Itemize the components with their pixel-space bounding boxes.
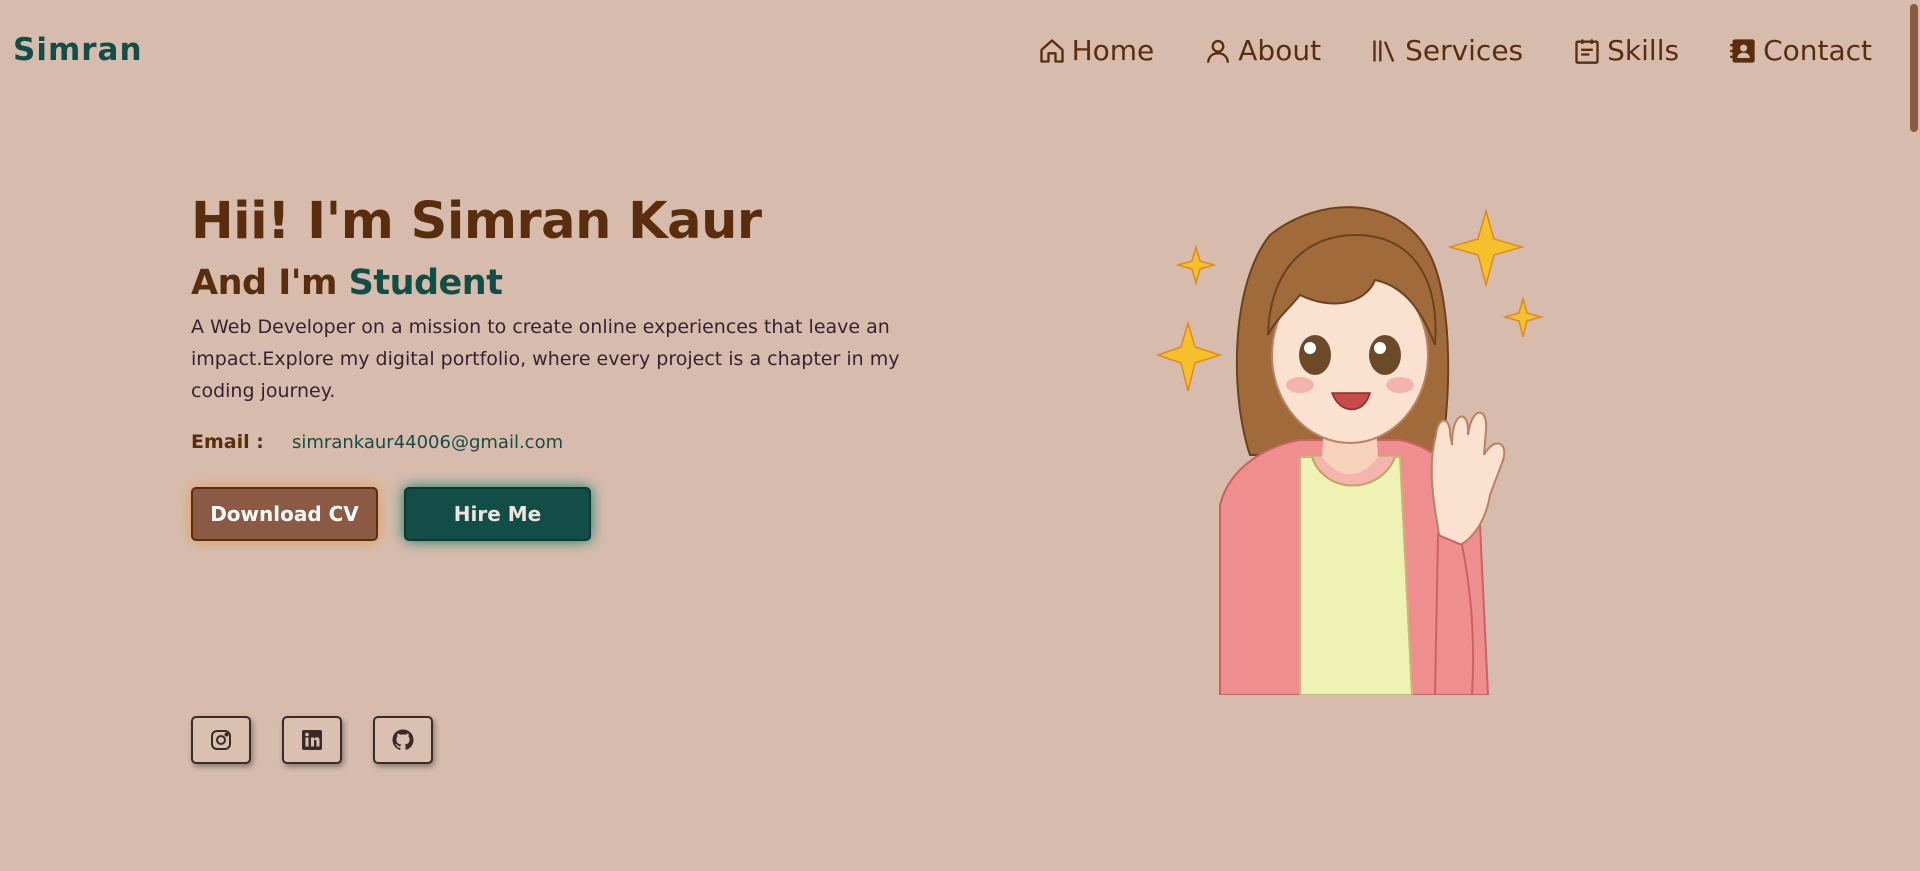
download-cv-button[interactable]: Download CV bbox=[191, 487, 378, 541]
nav-contact[interactable]: Contact bbox=[1729, 34, 1872, 67]
home-icon bbox=[1039, 38, 1064, 63]
github-icon bbox=[392, 729, 414, 750]
instagram-link[interactable] bbox=[191, 716, 251, 764]
instagram-icon bbox=[211, 730, 231, 750]
hero-section: Hii! I'm Simran Kaur And I'm Student A W… bbox=[191, 192, 931, 541]
hero-illustration bbox=[1155, 206, 1544, 695]
nav-services-label: Services bbox=[1405, 34, 1524, 67]
nav-contact-label: Contact bbox=[1763, 34, 1872, 67]
github-link[interactable] bbox=[373, 716, 433, 764]
hero-title: Hii! I'm Simran Kaur bbox=[191, 192, 762, 251]
linkedin-icon bbox=[302, 730, 322, 750]
hero-subtitle: And I'm Student bbox=[191, 263, 931, 303]
email-row: Email : simrankaur44006@gmail.com bbox=[191, 431, 931, 453]
social-links bbox=[191, 716, 433, 764]
hire-me-button[interactable]: Hire Me bbox=[404, 487, 591, 541]
books-icon bbox=[1373, 40, 1395, 62]
nav-services[interactable]: Services bbox=[1371, 34, 1523, 67]
contact-book-icon bbox=[1730, 38, 1755, 63]
hero-role: Student bbox=[348, 263, 503, 303]
hero-description: A Web Developer on a mission to create o… bbox=[191, 316, 900, 402]
site-logo[interactable]: Simran bbox=[13, 32, 143, 68]
main-nav: Home About Services Skills Contact bbox=[988, 34, 1872, 67]
sparkle-icon bbox=[1155, 320, 1223, 392]
user-icon bbox=[1207, 39, 1230, 63]
nav-about[interactable]: About bbox=[1204, 34, 1321, 67]
nav-skills-label: Skills bbox=[1607, 34, 1680, 67]
page-scrollbar[interactable] bbox=[1908, 0, 1920, 135]
nav-skills[interactable]: Skills bbox=[1573, 34, 1679, 67]
email-label: Email : bbox=[191, 431, 264, 453]
linkedin-link[interactable] bbox=[282, 716, 342, 764]
email-value[interactable]: simrankaur44006@gmail.com bbox=[292, 432, 563, 453]
sparkle-icon bbox=[1502, 296, 1544, 338]
nav-home[interactable]: Home bbox=[1038, 34, 1155, 67]
hero-subtitle-prefix: And I'm bbox=[191, 263, 349, 303]
calendar-icon bbox=[1575, 38, 1599, 64]
hero-buttons: Download CV Hire Me bbox=[191, 487, 931, 541]
scrollbar-thumb[interactable] bbox=[1910, 4, 1918, 132]
sparkle-icon bbox=[1175, 244, 1217, 286]
sparkle-icon bbox=[1447, 208, 1525, 288]
nav-about-label: About bbox=[1238, 34, 1322, 67]
nav-home-label: Home bbox=[1071, 34, 1155, 67]
